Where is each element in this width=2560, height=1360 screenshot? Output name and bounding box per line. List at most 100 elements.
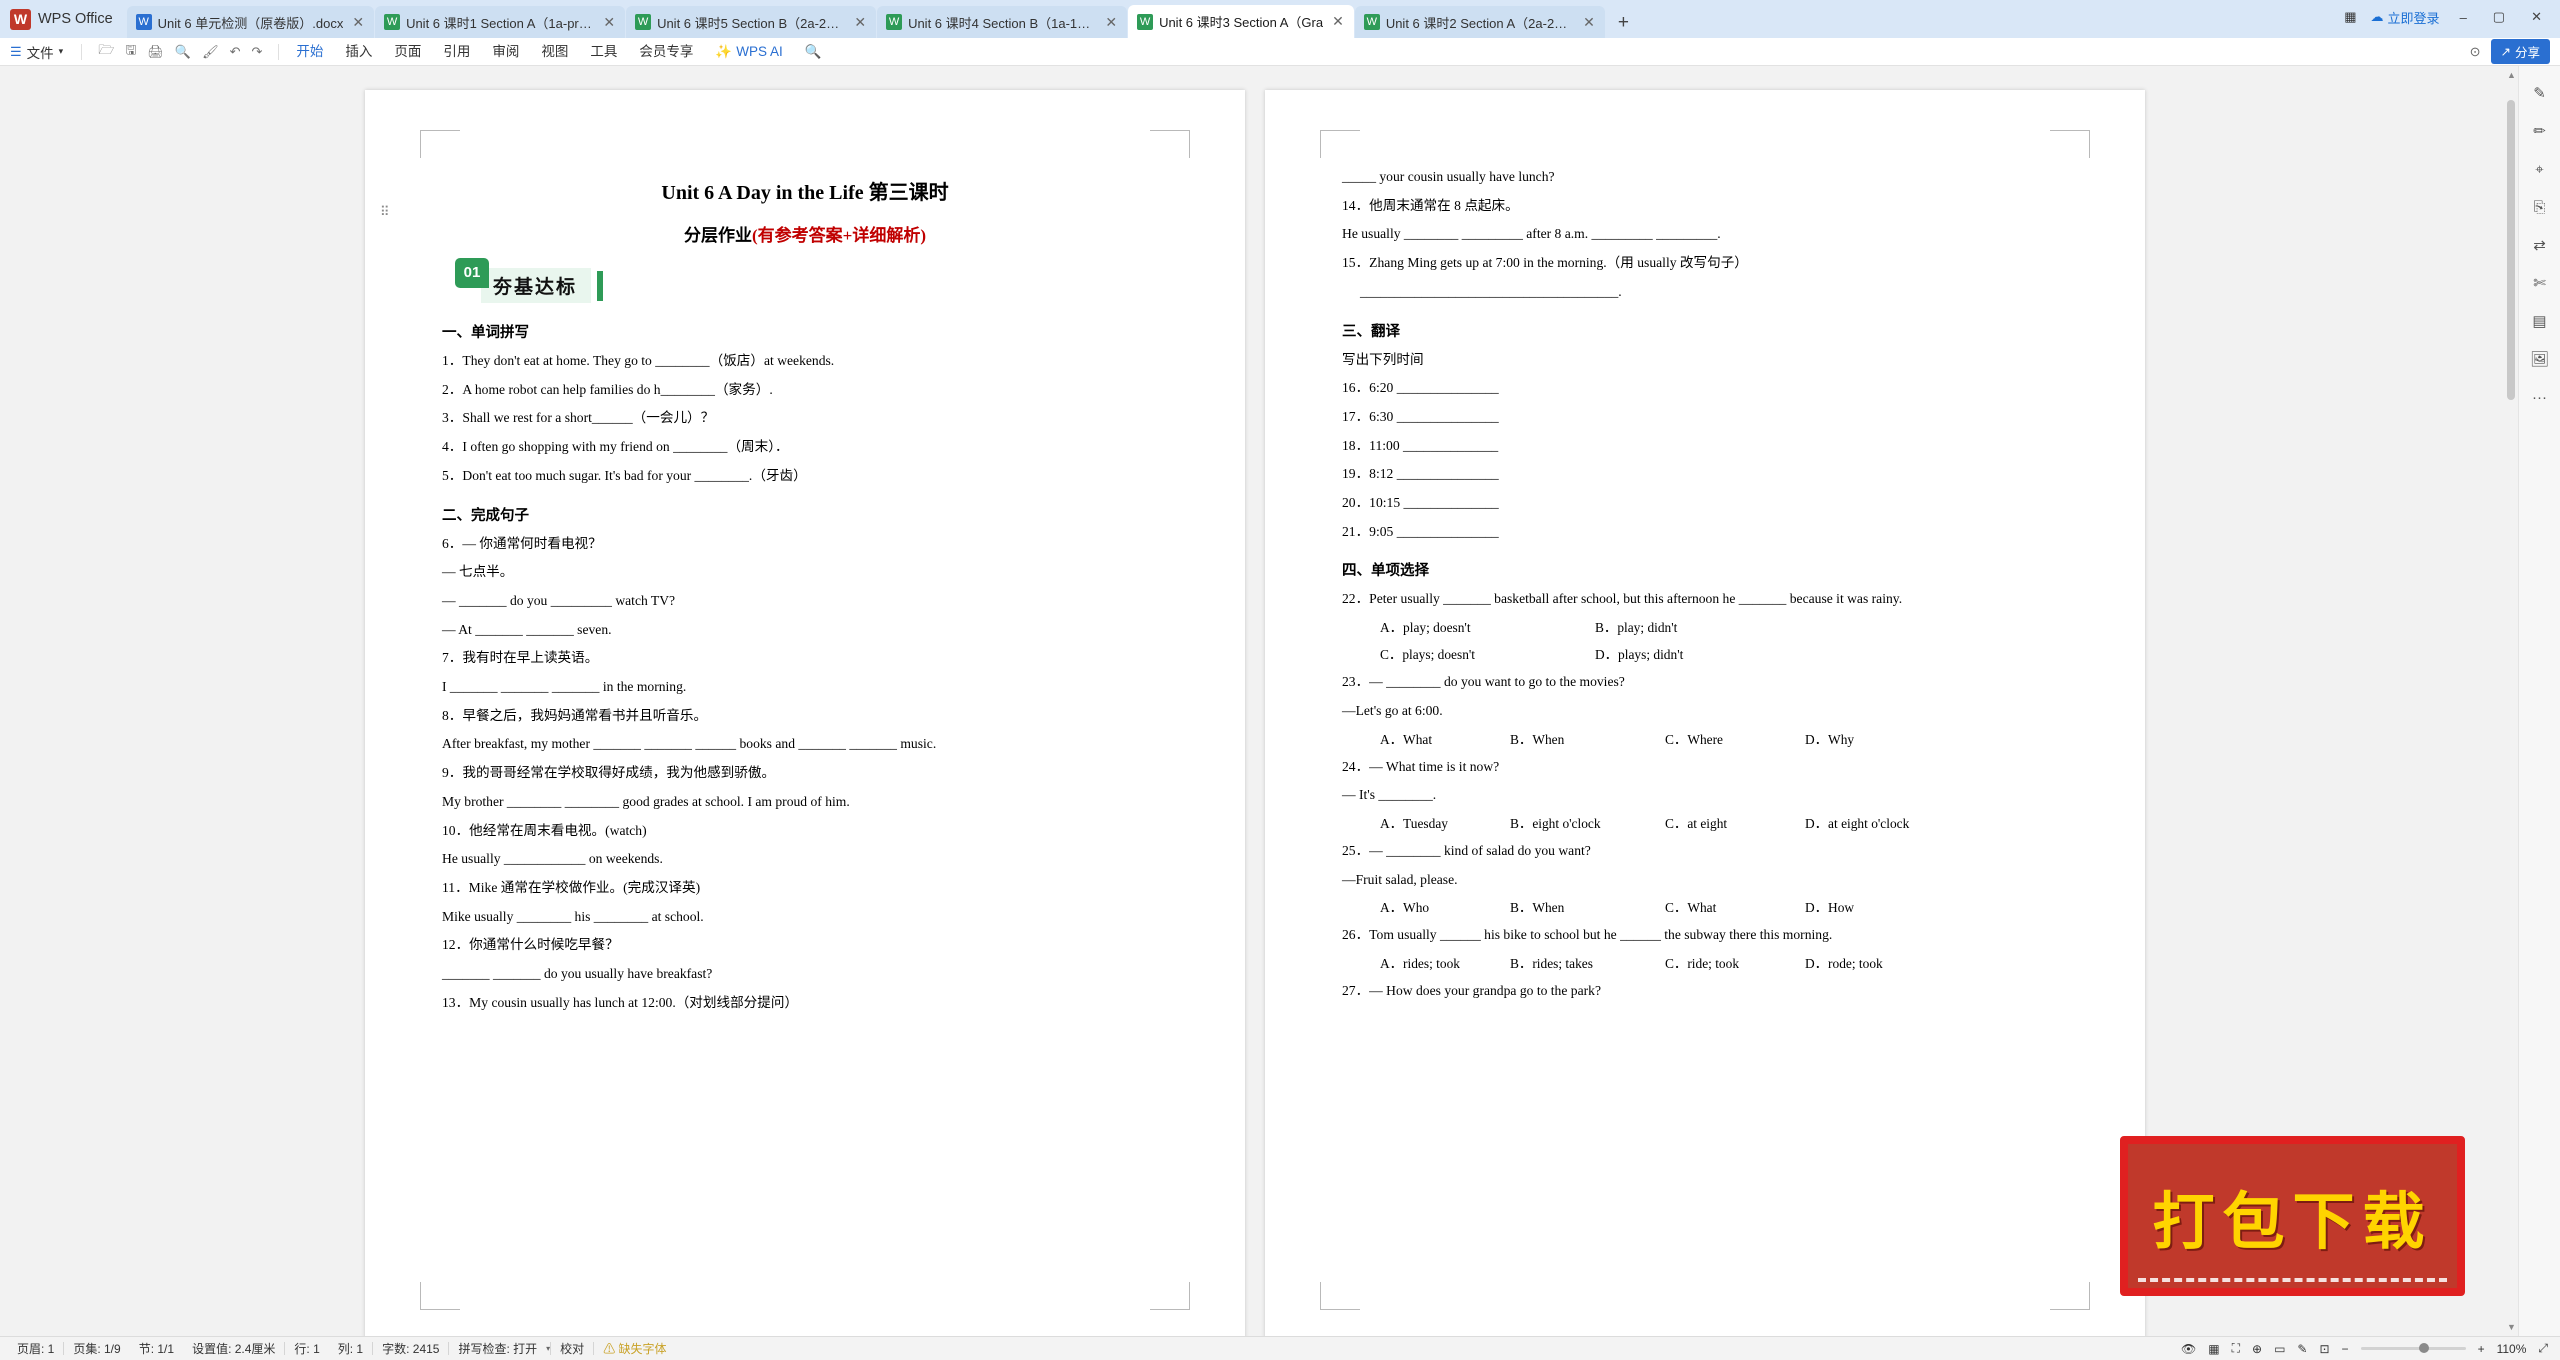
ribbon-tab-insert[interactable]: 插入 (334, 38, 383, 66)
zoom-level-label[interactable]: 110% (2497, 1342, 2527, 1356)
download-stamp-label: 打包下载 (2152, 1188, 2433, 1257)
reading-icon[interactable]: ▭ (2274, 1342, 2285, 1356)
fullscreen-icon[interactable]: ⛶ (2232, 1341, 2240, 1356)
share-button[interactable]: ↗ 分享 (2490, 39, 2550, 64)
ribbon-tab-review[interactable]: 审阅 (481, 38, 530, 66)
web-layout-icon[interactable]: ⊕ (2252, 1342, 2262, 1356)
scissors-icon[interactable]: ✄ (2527, 272, 2553, 294)
tab-label: Unit 6 课时2 Section A（2a-2e） (1385, 15, 1575, 31)
cursor-icon[interactable]: ⌖ (2527, 158, 2553, 180)
status-page[interactable]: 页集: 1/9 (64, 1340, 129, 1357)
ribbon-tab-tools[interactable]: 工具 (579, 38, 628, 66)
tab-label: Unit 6 课时5 Section B（2a-2b） (657, 15, 846, 31)
new-tab-button[interactable]: + (1606, 12, 1641, 38)
scrollbar-thumb[interactable] (2507, 100, 2515, 400)
focus-icon[interactable]: ⊡ (2319, 1342, 2329, 1356)
status-section: 节: 1/1 (138, 1342, 175, 1356)
status-spellcheck[interactable]: 拼写检查: 打开 (449, 1340, 546, 1357)
question-stem: 22．Peter usually _______ basketball afte… (1342, 591, 1903, 607)
print-layout-icon[interactable]: ▦ (2208, 1342, 2219, 1356)
option-b: B．When (1510, 900, 1565, 916)
ribbon-tab-reference[interactable]: 引用 (432, 38, 481, 66)
vertical-scrollbar[interactable]: ▲ ▼ (2505, 66, 2517, 1336)
page-corner (420, 1282, 460, 1310)
wps-ai-button[interactable]: ✨ WPS AI (704, 38, 793, 66)
question-item: — 七点半。 (442, 564, 514, 580)
file-menu-button[interactable]: ☰ 文件 ▾ (0, 42, 75, 62)
login-button[interactable]: ☁ 立即登录 (2371, 8, 2440, 27)
section-heading-3: 三、翻译 (1342, 323, 1400, 340)
pen-mode-icon[interactable]: ✎ (2297, 1342, 2307, 1356)
document-page-2[interactable]: _____ your cousin usually have lunch? 14… (1265, 90, 2145, 1336)
image-icon[interactable]: 🖼 (2527, 348, 2553, 370)
option-c: C．ride; took (1665, 956, 1740, 972)
ocr-icon[interactable]: ⎘ (2527, 196, 2553, 218)
close-icon[interactable]: ✕ (854, 14, 866, 31)
status-bar: 页眉: 1 页集: 1/9 节: 1/1 设置值: 2.4厘米 行: 1 列: … (0, 1336, 2560, 1360)
question-item: ______________________________________. (1360, 283, 1622, 299)
close-icon[interactable]: ✕ (1583, 14, 1595, 31)
user-icon: ☁ (2370, 9, 2384, 24)
scroll-up-icon[interactable]: ▲ (2507, 70, 2516, 80)
redo-icon[interactable]: ↷ (252, 44, 263, 60)
tab-4-active[interactable]: W Unit 6 课时3 Section A（Gra ✕ (1128, 5, 1354, 38)
status-proofread[interactable]: 校对 (551, 1340, 593, 1357)
file-icon: ☰ (10, 43, 22, 59)
page-corner (1320, 1282, 1360, 1310)
close-window-button[interactable]: ✕ (2525, 9, 2548, 25)
zoom-out-button[interactable]: − (2342, 1342, 2349, 1356)
ribbon-tab-page[interactable]: 页面 (383, 38, 432, 66)
eye-icon[interactable]: 👁 (2181, 1342, 2196, 1356)
close-icon[interactable]: ✕ (1332, 13, 1344, 30)
tab-0[interactable]: W Unit 6 单元检测（原卷版）.docx ✕ (126, 6, 375, 38)
undo-icon[interactable]: ↶ (230, 44, 241, 60)
print-preview-icon[interactable]: 🔍 (175, 44, 191, 60)
edit-icon[interactable]: ✏ (2527, 120, 2553, 142)
tab-bar: W WPS Office W Unit 6 单元检测（原卷版）.docx ✕ W… (0, 0, 2560, 38)
tab-2[interactable]: W Unit 6 课时5 Section B（2a-2b） ✕ (626, 6, 877, 38)
ribbon-tab-start[interactable]: 开始 (285, 38, 334, 66)
question-item: 20．10:15 ______________ (1342, 495, 1499, 511)
close-icon[interactable]: ✕ (1105, 14, 1117, 31)
section-heading-2: 二、完成句子 (442, 507, 529, 524)
more-icon[interactable]: ··· (2527, 386, 2553, 408)
format-painter-icon[interactable]: 🖌 (202, 44, 219, 60)
status-word-count[interactable]: 字数: 2415 (373, 1340, 448, 1357)
apps-grid-icon[interactable]: ▦ (2344, 9, 2356, 25)
ribbon-tab-view[interactable]: 视图 (530, 38, 579, 66)
close-icon[interactable]: ✕ (603, 14, 615, 31)
status-missing-font[interactable]: ⚠ 缺失字体 (594, 1340, 675, 1357)
close-icon[interactable]: ✕ (352, 14, 364, 31)
layers-icon[interactable]: ▤ (2527, 310, 2553, 332)
minimize-button[interactable]: – (2454, 10, 2473, 25)
download-stamp[interactable]: 打包下载 (2120, 1136, 2465, 1296)
chevron-down-icon: ▾ (58, 46, 64, 56)
zoom-slider[interactable] (2360, 1343, 2466, 1353)
option-c: C．plays; doesn't (1380, 647, 1476, 663)
question-item: 14．他周末通常在 8 点起床。 (1342, 197, 1519, 213)
app-name: WPS Office (38, 11, 113, 27)
ribbon-tab-member[interactable]: 会员专享 (628, 38, 704, 66)
fit-page-icon[interactable]: ⤢ (2538, 1341, 2548, 1356)
paragraph-handle-icon[interactable]: ⠿ (380, 205, 391, 218)
zoom-in-button[interactable]: + (2478, 1342, 2485, 1356)
question-stem: 25．— ________ kind of salad do you want? (1342, 842, 1591, 858)
zoom-slider-knob[interactable] (2418, 1343, 2429, 1353)
question-stem: 23．— ________ do you want to go to the m… (1342, 674, 1625, 690)
divider (81, 43, 83, 60)
print-icon[interactable]: 🖨 (147, 44, 164, 60)
search-icon[interactable]: 🔍 (794, 38, 833, 66)
question-item: 15．Zhang Ming gets up at 7:00 in the mor… (1342, 255, 1748, 271)
tab-1[interactable]: W Unit 6 课时1 Section A（1a-pronun ✕ (375, 6, 626, 38)
help-icon[interactable]: ⊙ (2470, 44, 2481, 60)
tab-3[interactable]: W Unit 6 课时4 Section B（1a-1d） ✕ (877, 6, 1128, 38)
compare-icon[interactable]: ⇄ (2527, 234, 2553, 256)
page-title: Unit 6 A Day in the Life 第三课时 (661, 182, 949, 204)
save-icon[interactable]: 🖫 (125, 41, 136, 63)
document-page-1[interactable]: ⠿ Unit 6 A Day in the Life 第三课时 分层作业(有参考… (365, 90, 1245, 1336)
scroll-down-icon[interactable]: ▼ (2507, 1322, 2516, 1332)
pen-icon[interactable]: ✎ (2527, 82, 2553, 104)
folder-open-icon[interactable]: 🗁 (98, 41, 114, 63)
maximize-button[interactable]: ▢ (2487, 9, 2511, 25)
tab-5[interactable]: W Unit 6 课时2 Section A（2a-2e） ✕ (1354, 6, 1605, 38)
